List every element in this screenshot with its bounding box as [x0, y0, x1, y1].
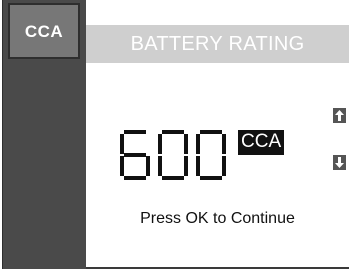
- sidebar: CCA: [2, 0, 86, 269]
- arrow-down-icon: [335, 157, 344, 168]
- page-title: BATTERY RATING: [130, 32, 305, 55]
- segment-e: [158, 156, 162, 176]
- segment-c: [146, 156, 150, 176]
- continue-prompt: Press OK to Continue: [140, 210, 295, 227]
- segment-b: [184, 134, 188, 154]
- segment-a: [162, 130, 184, 134]
- segment-e: [120, 156, 124, 176]
- cca-key-label: CCA: [24, 22, 64, 41]
- cca-key-button[interactable]: CCA: [8, 3, 80, 59]
- segment-f: [158, 134, 162, 154]
- digit-2: [158, 130, 188, 180]
- segment-b: [222, 134, 226, 154]
- segment-c: [184, 156, 188, 176]
- segment-c: [222, 156, 226, 176]
- segment-d: [162, 176, 184, 180]
- segment-a: [124, 130, 146, 134]
- segment-f: [196, 134, 200, 154]
- digit-3: [196, 130, 226, 180]
- seven-segment-display: [120, 130, 226, 180]
- battery-rating-readout: CCA: [118, 128, 285, 182]
- unit-badge: CCA: [238, 130, 285, 155]
- segment-a: [200, 130, 222, 134]
- increase-button[interactable]: [333, 108, 346, 123]
- decrease-button[interactable]: [333, 155, 346, 170]
- segment-e: [196, 156, 200, 176]
- segment-f: [120, 134, 124, 154]
- title-bar: BATTERY RATING: [86, 25, 349, 63]
- digit-1: [120, 130, 150, 180]
- segment-d: [124, 176, 146, 180]
- segment-d: [200, 176, 222, 180]
- arrow-up-icon: [335, 110, 344, 121]
- segment-g: [124, 153, 146, 157]
